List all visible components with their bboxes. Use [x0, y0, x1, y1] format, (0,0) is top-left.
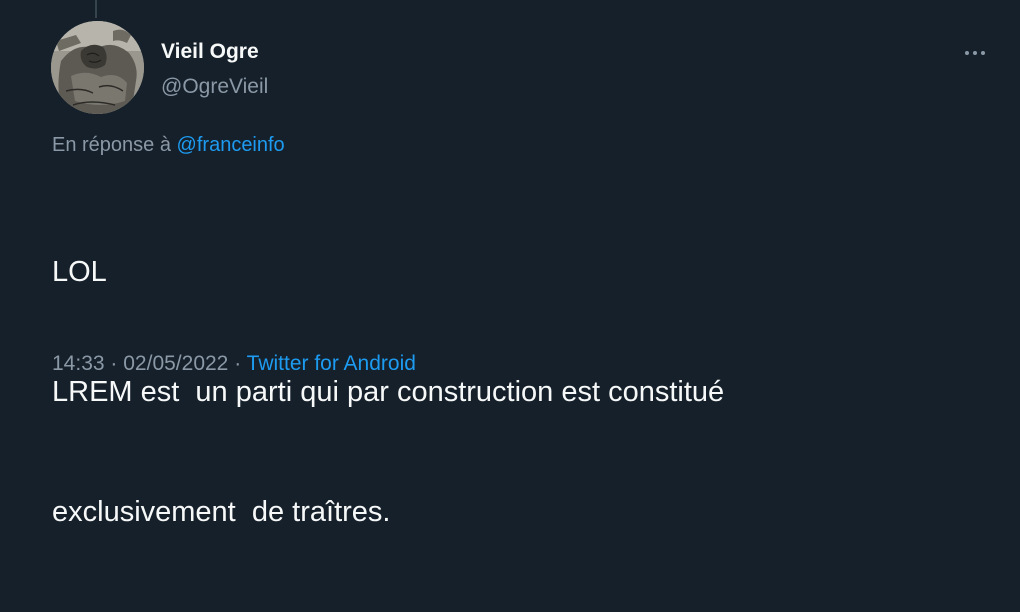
display-name[interactable]: Vieil Ogre [161, 38, 259, 66]
tweet-meta: 14:33 · 02/05/2022 · Twitter for Android [52, 350, 416, 378]
avatar-engraving-image [51, 21, 144, 114]
reply-prefix: En réponse à [52, 134, 171, 156]
tweet-time[interactable]: 14:33 [52, 352, 105, 375]
tweet-source-link[interactable]: Twitter for Android [247, 352, 416, 375]
tweet-text: LOL LREM est un parti qui par constructi… [52, 172, 972, 612]
tweet-text-line: exclusivement de traîtres. [52, 496, 391, 528]
meta-separator: · [110, 352, 118, 375]
tweet-date[interactable]: 02/05/2022 [123, 352, 228, 375]
meta-separator: · [234, 352, 242, 375]
user-handle[interactable]: @OgreVieil [161, 73, 268, 101]
tweet-text-line: LREM est un parti qui par construction e… [52, 376, 725, 408]
avatar[interactable] [51, 21, 144, 114]
tweet-text-line: LOL [52, 256, 107, 288]
tweet: Vieil Ogre @OgreVieil En réponse à @fran… [0, 0, 1020, 528]
reply-context: En réponse à @franceinfo [52, 131, 285, 159]
reply-mention-link[interactable]: @franceinfo [177, 134, 285, 156]
more-horizontal-icon [965, 51, 969, 55]
more-options-button[interactable] [955, 38, 995, 68]
